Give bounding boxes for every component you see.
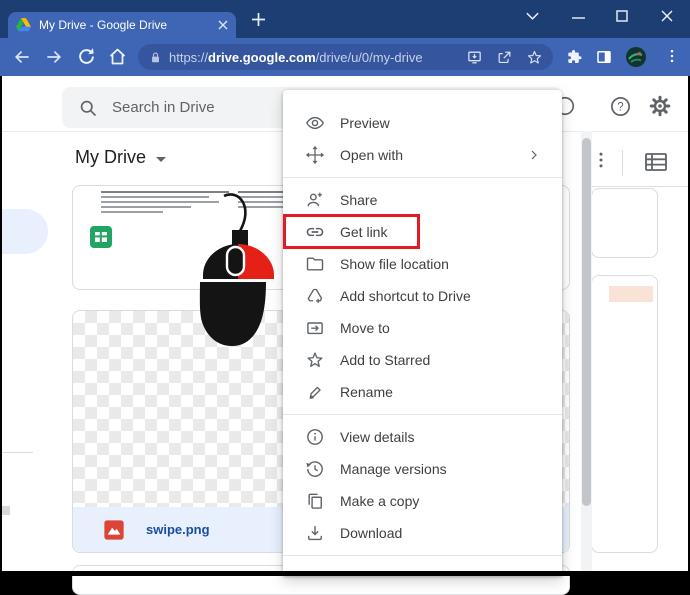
reload-icon[interactable] bbox=[76, 46, 97, 67]
sidebar-divider bbox=[2, 452, 33, 453]
menu-item-view-details[interactable]: View details bbox=[283, 421, 562, 453]
window-frame-left bbox=[0, 76, 2, 576]
minimize-button[interactable] bbox=[572, 14, 585, 22]
file-card-right-bottom[interactable] bbox=[591, 275, 658, 553]
more-options-icon[interactable] bbox=[591, 150, 611, 170]
chevron-down-icon bbox=[156, 156, 166, 162]
back-icon[interactable] bbox=[12, 47, 32, 67]
menu-item-download[interactable]: Download bbox=[283, 517, 562, 549]
header-vertical-divider bbox=[622, 150, 623, 175]
browser-menu-icon[interactable] bbox=[663, 47, 681, 65]
menu-item-get-link[interactable]: Get link bbox=[283, 214, 562, 249]
drive-shortcut-icon bbox=[305, 286, 325, 306]
info-icon bbox=[305, 427, 325, 447]
menu-item-add-shortcut[interactable]: Add shortcut to Drive bbox=[283, 280, 562, 312]
extensions-puzzle-icon[interactable] bbox=[565, 48, 583, 66]
tab-title: My Drive - Google Drive bbox=[39, 18, 168, 32]
drive-logo-icon bbox=[16, 18, 31, 32]
search-placeholder: Search in Drive bbox=[112, 99, 215, 116]
svg-text:?: ? bbox=[617, 102, 623, 114]
browser-tab[interactable]: My Drive - Google Drive bbox=[8, 12, 236, 38]
new-tab-button[interactable] bbox=[252, 13, 265, 26]
copy-icon bbox=[305, 491, 325, 511]
menu-item-rename[interactable]: Rename bbox=[283, 376, 562, 408]
file-card-right-top[interactable] bbox=[591, 188, 658, 258]
side-panel-icon[interactable] bbox=[595, 48, 613, 66]
browser-title-bar: My Drive - Google Drive bbox=[0, 0, 690, 38]
url-text: https://drive.google.com/drive/u/0/my-dr… bbox=[169, 49, 423, 65]
sidebar-highlight-pill bbox=[2, 209, 48, 254]
help-icon[interactable]: ? bbox=[609, 95, 632, 118]
forward-icon[interactable] bbox=[44, 47, 64, 67]
thumbnail-fragment bbox=[609, 286, 653, 302]
person-add-icon bbox=[305, 190, 325, 210]
install-icon[interactable] bbox=[466, 49, 483, 66]
open-with-icon bbox=[305, 145, 325, 165]
mouse-graphic bbox=[199, 193, 274, 346]
menu-item-share[interactable]: Share bbox=[283, 184, 562, 216]
submenu-chevron-icon bbox=[526, 147, 542, 163]
highlight-box bbox=[283, 214, 420, 249]
menu-item-show-file-location[interactable]: Show file location bbox=[283, 248, 562, 280]
home-icon[interactable] bbox=[107, 46, 128, 67]
star-icon bbox=[305, 350, 325, 370]
context-menu: Preview Open with Share Get link Show fi… bbox=[283, 90, 562, 576]
menu-item-add-to-starred[interactable]: Add to Starred bbox=[283, 344, 562, 376]
download-icon bbox=[305, 523, 325, 543]
sidebar-cropped-element bbox=[2, 506, 10, 515]
menu-item-move-to[interactable]: Move to bbox=[283, 312, 562, 344]
tab-search-chevron-icon[interactable] bbox=[525, 9, 540, 23]
menu-divider bbox=[283, 555, 562, 556]
share-page-icon[interactable] bbox=[496, 49, 513, 66]
menu-item-open-with[interactable]: Open with bbox=[283, 139, 562, 171]
location-title[interactable]: My Drive bbox=[75, 147, 166, 168]
grid-divider-right bbox=[591, 186, 688, 187]
folder-icon bbox=[305, 254, 325, 274]
tab-close-icon[interactable] bbox=[218, 20, 228, 30]
file-name: swipe.png bbox=[146, 522, 210, 537]
profile-avatar[interactable] bbox=[625, 46, 647, 68]
page-scrollbar-thumb[interactable] bbox=[582, 138, 591, 506]
maximize-button[interactable] bbox=[616, 10, 628, 22]
lock-icon[interactable] bbox=[148, 50, 163, 65]
list-view-icon[interactable] bbox=[644, 151, 668, 173]
move-to-icon bbox=[305, 318, 325, 338]
eye-icon bbox=[305, 113, 325, 133]
address-bar[interactable]: https://drive.google.com/drive/u/0/my-dr… bbox=[138, 44, 553, 70]
sheets-file-icon bbox=[89, 225, 113, 249]
history-icon bbox=[305, 459, 325, 479]
menu-divider bbox=[283, 177, 562, 178]
search-icon bbox=[78, 98, 98, 118]
close-window-button[interactable] bbox=[661, 10, 673, 22]
image-file-icon bbox=[103, 519, 125, 541]
menu-divider bbox=[283, 414, 562, 415]
menu-item-make-a-copy[interactable]: Make a copy bbox=[283, 485, 562, 517]
rename-pencil-icon bbox=[305, 382, 325, 402]
browser-toolbar: https://drive.google.com/drive/u/0/my-dr… bbox=[0, 38, 690, 76]
window-frame-bottom bbox=[0, 571, 690, 576]
menu-item-preview[interactable]: Preview bbox=[283, 107, 562, 139]
menu-item-manage-versions[interactable]: Manage versions bbox=[283, 453, 562, 485]
settings-gear-icon[interactable] bbox=[648, 94, 672, 118]
bookmark-star-icon[interactable] bbox=[526, 49, 543, 66]
